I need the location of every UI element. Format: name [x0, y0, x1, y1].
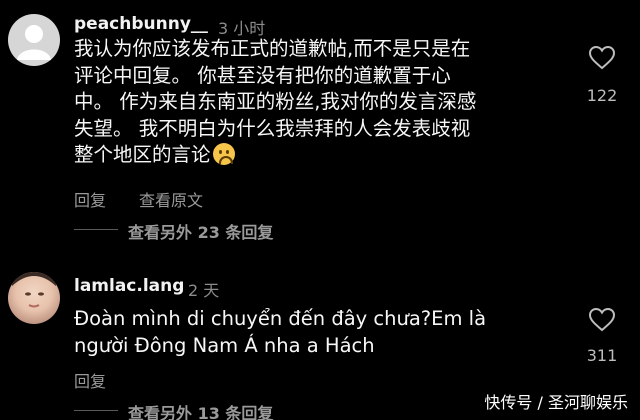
avatar[interactable] [8, 14, 60, 66]
comment-line: 中。 作为来自东南亚的粉丝,我对你的发言深感 [74, 90, 477, 113]
like-count: 122 [586, 86, 618, 105]
heart-icon [588, 307, 616, 332]
comment-line: 失望。 我不明白为什么我崇拜的人会发表歧视 [74, 116, 471, 140]
view-more-replies-button[interactable]: 查看另外 13 条回复 [128, 400, 273, 420]
timestamp: 2 天 [188, 281, 220, 300]
like-button[interactable] [588, 45, 616, 74]
view-more-replies-button[interactable]: 查看另外 23 条回复 [128, 219, 273, 243]
comment-line: 我认为你应该发布正式的道歉帖,而不是只是在 [74, 37, 471, 60]
divider [74, 410, 118, 411]
reply-button[interactable]: 回复 [74, 187, 106, 211]
default-avatar-icon [17, 25, 51, 60]
avatar[interactable] [8, 272, 60, 324]
comment-body: Đoàn mình di chuyển đến đây chưa?Em là n… [74, 306, 486, 359]
comment-line: 整个地区的言论 [74, 142, 476, 169]
comment-body: 我认为你应该发布正式的道歉帖,而不是只是在 评论中回复。 你甚至没有把你的道歉置… [74, 36, 476, 169]
profile-photo-icon [12, 272, 56, 308]
watermark: 快传号 / 圣河聊娱乐 [480, 388, 632, 414]
like-count: 311 [586, 346, 618, 365]
comment-line: 评论中回复。 你甚至没有把你的道歉置于心 [74, 63, 451, 87]
comment-line: người Đông Nam Á nha a Hách [74, 333, 375, 357]
username[interactable]: peachbunny__ [74, 14, 208, 34]
comment-line-text: 整个地区的言论 [74, 143, 211, 166]
divider [74, 229, 118, 230]
view-original-button[interactable]: 查看原文 [139, 187, 203, 211]
username[interactable]: lamlac.lang [74, 276, 184, 296]
heart-icon [588, 45, 616, 70]
like-button[interactable] [588, 307, 616, 336]
reply-button[interactable]: 回复 [74, 368, 106, 392]
comment-line: Đoàn mình di chuyển đến đây chưa?Em là [74, 307, 487, 330]
frown-emoji-icon [212, 143, 235, 165]
